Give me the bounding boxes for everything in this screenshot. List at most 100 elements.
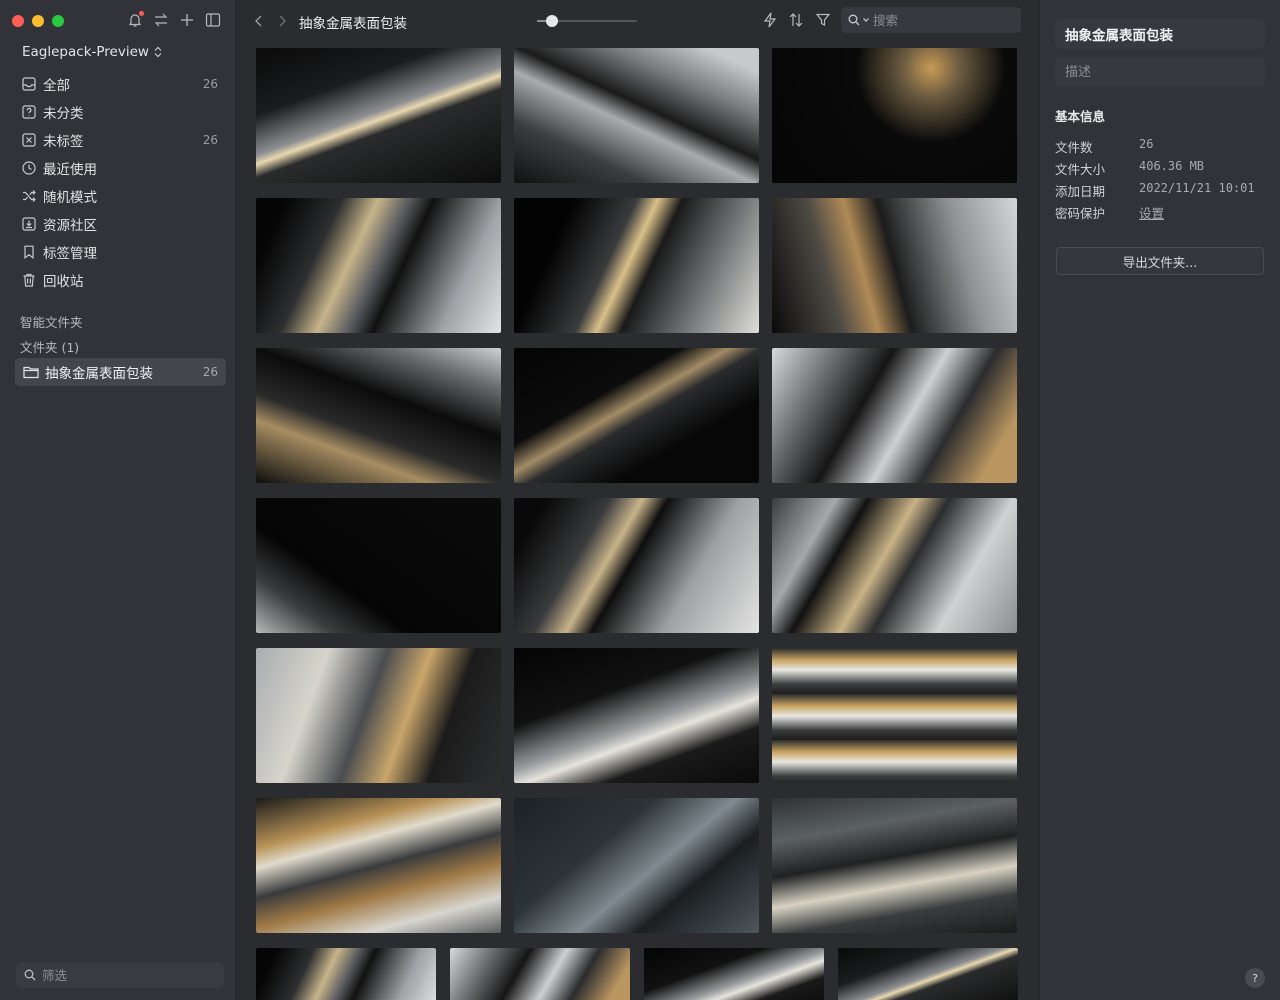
back-icon[interactable]	[251, 12, 267, 30]
nav-community[interactable]: 资源社区	[14, 210, 226, 238]
search-box	[841, 7, 1021, 33]
nav-label: 标签管理	[43, 246, 97, 262]
nav-label: 未分类	[43, 106, 84, 122]
export-folder-button[interactable]: 导出文件夹...	[1056, 247, 1264, 275]
nav-trash[interactable]: 回收站	[14, 266, 226, 294]
nav-all[interactable]: 全部 26	[14, 70, 226, 98]
filter-box	[16, 962, 224, 988]
info-value: 406.36 MB	[1139, 159, 1205, 173]
clock-icon	[22, 161, 36, 175]
thumbnail-row	[256, 798, 1020, 933]
thumbnail-grid	[256, 48, 1020, 1000]
sort-icon[interactable]	[787, 11, 805, 29]
image-thumbnail[interactable]	[514, 348, 759, 483]
chevron-updown-icon	[154, 46, 162, 58]
image-thumbnail[interactable]	[450, 948, 630, 1000]
thumbnail-row	[256, 48, 1020, 183]
chevron-down-icon[interactable]	[862, 16, 870, 24]
description-box	[1055, 57, 1265, 87]
info-value: 26	[1139, 137, 1154, 151]
nav-label: 随机模式	[43, 190, 97, 206]
filter-icon[interactable]	[814, 11, 832, 29]
image-thumbnail[interactable]	[256, 798, 501, 933]
info-row-password: 密码保护 设置	[1055, 203, 1164, 222]
thumbnail-row	[256, 498, 1020, 633]
image-thumbnail[interactable]	[514, 648, 759, 783]
inbox-icon	[22, 77, 36, 91]
sidebar-toggle-icon[interactable]	[204, 11, 222, 29]
info-row-file-count: 文件数 26	[1055, 137, 1153, 156]
image-thumbnail[interactable]	[514, 198, 759, 333]
image-thumbnail[interactable]	[256, 948, 436, 1000]
sidebar-folder-item[interactable]: 抽象金属表面包装 26	[15, 358, 226, 386]
info-key: 文件数	[1055, 140, 1093, 155]
image-thumbnail[interactable]	[644, 948, 824, 1000]
zoom-window-button[interactable]	[52, 15, 64, 27]
minimize-window-button[interactable]	[32, 15, 44, 27]
bell-icon[interactable]	[126, 11, 144, 29]
info-key: 密码保护	[1055, 206, 1106, 221]
help-button[interactable]: ?	[1245, 968, 1265, 988]
trash-icon	[22, 273, 36, 287]
main-area: 抽象金属表面包装	[237, 0, 1038, 1000]
notification-dot	[139, 11, 144, 16]
image-thumbnail[interactable]	[514, 48, 759, 183]
question-box-icon	[22, 105, 36, 119]
zoom-slider[interactable]	[537, 15, 637, 27]
sidebar: Eaglepack-Preview 全部 26 未分类未标签 26 最近使用随机模式资源…	[0, 0, 236, 1000]
library-switcher[interactable]: Eaglepack-Preview	[22, 44, 163, 60]
nav-untagged[interactable]: 未标签 26	[14, 126, 226, 154]
image-thumbnail[interactable]	[256, 498, 501, 633]
plus-icon[interactable]	[178, 11, 196, 29]
window-controls	[12, 15, 64, 27]
nav-count: 26	[202, 77, 218, 91]
library-name: Eaglepack-Preview	[22, 44, 149, 60]
image-thumbnail[interactable]	[514, 498, 759, 633]
zoom-slider-knob[interactable]	[546, 15, 558, 27]
image-thumbnail[interactable]	[772, 198, 1017, 333]
basic-info-title: 基本信息	[1055, 109, 1106, 124]
sidebar-nav: 全部 26 未分类未标签 26 最近使用随机模式资源社区标签管理回收站	[14, 70, 226, 294]
sync-arrows-icon[interactable]	[152, 11, 170, 29]
thumbnail-row	[256, 198, 1020, 333]
image-thumbnail[interactable]	[772, 648, 1017, 783]
filter-input[interactable]	[42, 967, 212, 983]
nav-random[interactable]: 随机模式	[14, 182, 226, 210]
image-thumbnail[interactable]	[256, 198, 501, 333]
folder-label: 抽象金属表面包装	[45, 366, 153, 382]
smart-folders-title[interactable]: 智能文件夹	[20, 312, 83, 331]
nav-label: 未标签	[43, 134, 84, 150]
nav-recent[interactable]: 最近使用	[14, 154, 226, 182]
breadcrumb: 抽象金属表面包装	[299, 16, 407, 32]
info-row-added-date: 添加日期 2022/11/21 10:01	[1055, 181, 1255, 200]
lightning-icon[interactable]	[761, 11, 779, 29]
image-thumbnail[interactable]	[772, 798, 1017, 933]
nav-count: 26	[202, 133, 218, 147]
inspector-panel: 抽象金属表面包装 基本信息 文件数 26 文件大小 406.36 MB 添加日期…	[1039, 0, 1280, 1000]
search-icon	[24, 969, 36, 981]
image-thumbnail[interactable]	[772, 48, 1017, 183]
sidebar-toolbar	[126, 11, 222, 29]
image-thumbnail[interactable]	[256, 648, 501, 783]
close-window-button[interactable]	[12, 15, 24, 27]
nav-label: 回收站	[43, 274, 84, 290]
thumbnail-row	[256, 648, 1020, 783]
folders-title[interactable]: 文件夹 (1)	[20, 337, 79, 356]
thumbnail-row	[256, 948, 1020, 1000]
folder-title-field[interactable]: 抽象金属表面包装	[1055, 19, 1265, 49]
image-thumbnail[interactable]	[772, 498, 1017, 633]
image-thumbnail[interactable]	[838, 948, 1018, 1000]
password-set-link[interactable]: 设置	[1139, 203, 1164, 222]
nav-uncategorized[interactable]: 未分类	[14, 98, 226, 126]
forward-icon[interactable]	[274, 12, 290, 30]
search-input[interactable]	[873, 12, 1003, 28]
nav-tags[interactable]: 标签管理	[14, 238, 226, 266]
shuffle-icon	[22, 189, 36, 203]
description-input[interactable]	[1065, 64, 1255, 80]
info-value: 2022/11/21 10:01	[1139, 181, 1255, 195]
image-thumbnail[interactable]	[256, 48, 501, 183]
image-thumbnail[interactable]	[256, 348, 501, 483]
image-thumbnail[interactable]	[514, 798, 759, 933]
info-key: 文件大小	[1055, 162, 1106, 177]
image-thumbnail[interactable]	[772, 348, 1017, 483]
